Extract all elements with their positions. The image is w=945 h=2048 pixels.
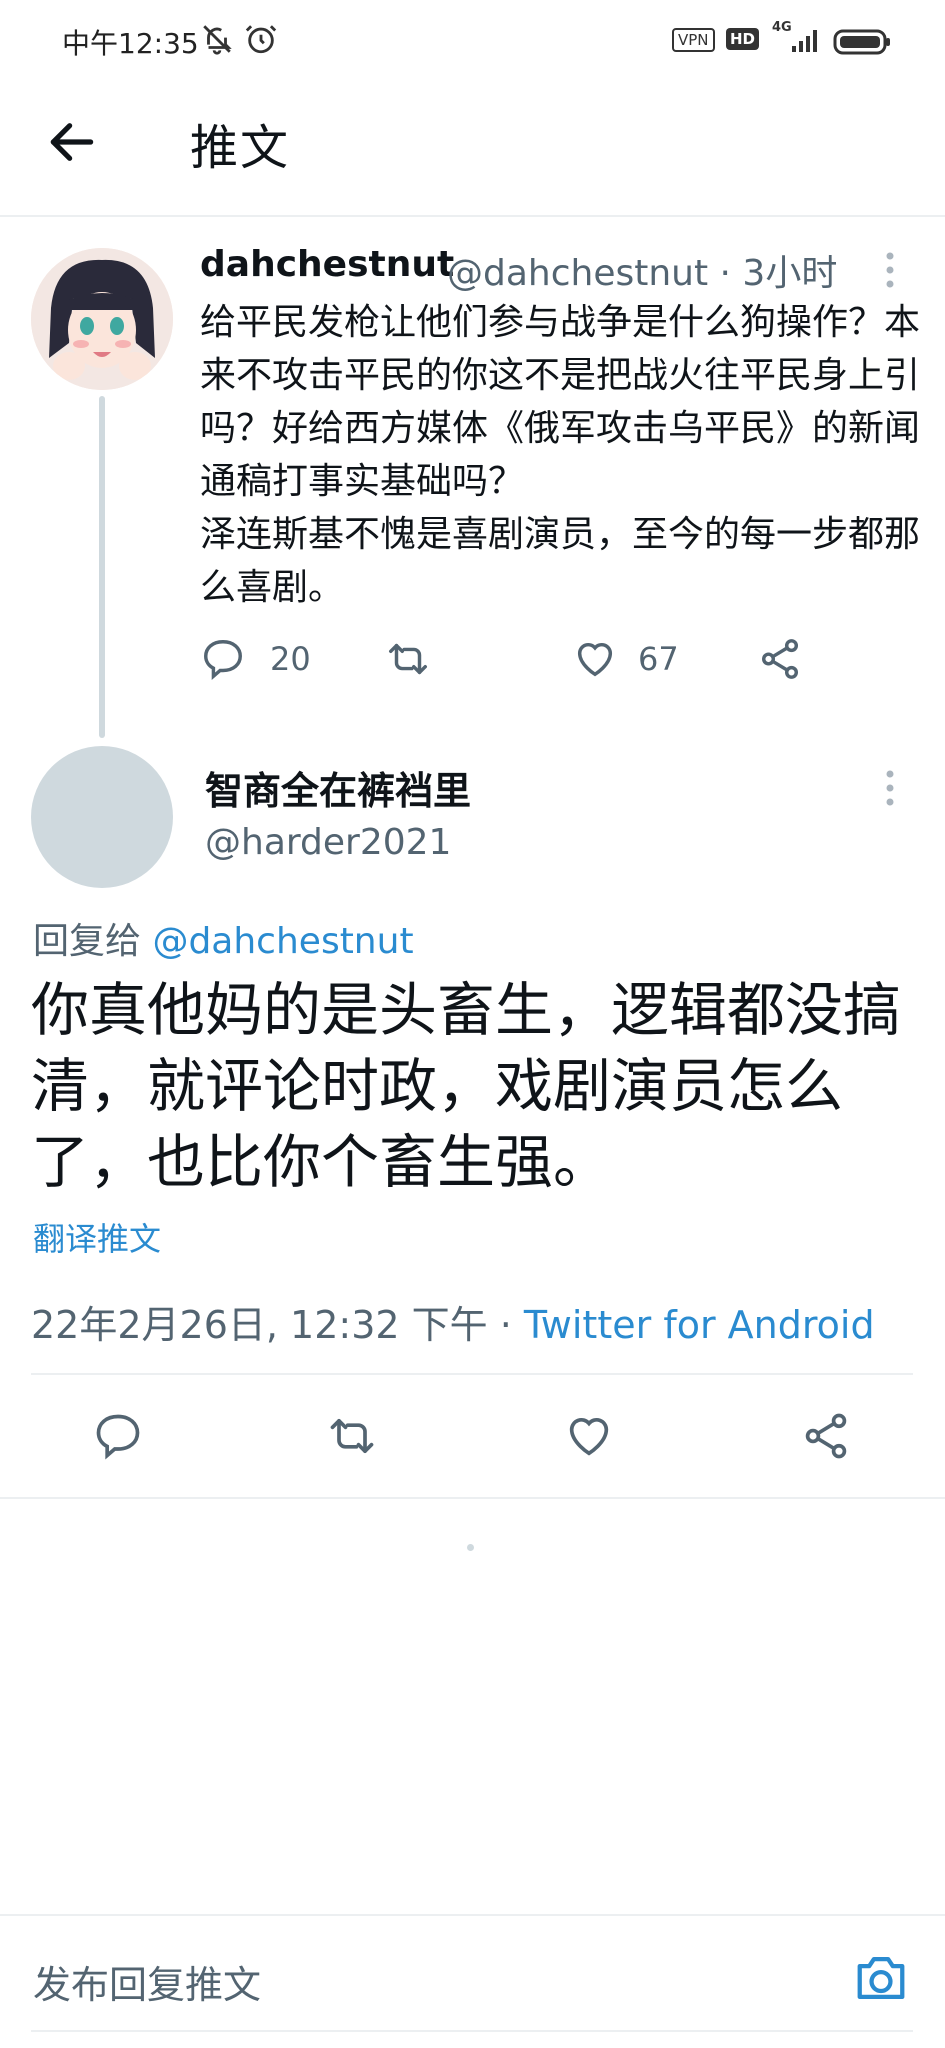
network-label: 4G [772, 20, 792, 35]
retweet-button[interactable] [324, 1410, 380, 1462]
loading-dot [467, 1544, 474, 1551]
like-button[interactable] [562, 1410, 616, 1462]
tweet-text: 给平民发枪让他们参与战争是什么狗操作？本来不攻击平民的你这不是把战火往平民身上引… [200, 302, 921, 608]
author-handle: @harder2021 [205, 822, 452, 863]
alarm-icon [244, 22, 278, 56]
avatar[interactable] [31, 248, 173, 390]
reply-count: 20 [270, 640, 311, 678]
author-handle-time: @dahchestnut · 3小时 [447, 253, 838, 294]
author-name[interactable]: dahchestnut [200, 244, 454, 285]
translate-link[interactable]: 翻译推文 [33, 1214, 161, 1260]
header-divider [0, 215, 945, 217]
page-title: 推文 [190, 120, 291, 176]
tweet-text: 你真他妈的是头畜生，逻辑都没搞清，就评论时政，戏剧演员怎么了，也比你个畜生强。 [31, 976, 902, 1196]
client-link[interactable]: Twitter for Android [524, 1303, 875, 1347]
reply-button[interactable] [200, 636, 246, 682]
divider [31, 1373, 913, 1375]
reply-input[interactable]: 发布回复推文 [33, 1954, 261, 2009]
hd-badge: HD [726, 28, 760, 50]
avatar[interactable] [31, 746, 173, 888]
signal-icon [790, 26, 824, 54]
divider [0, 1914, 945, 1916]
thread-line [99, 396, 105, 738]
divider [31, 2030, 913, 2032]
reply-button[interactable] [92, 1410, 144, 1462]
reply-prefix: 回复给 [33, 921, 153, 962]
more-vertical-icon[interactable] [880, 250, 900, 290]
more-vertical-icon[interactable] [880, 768, 900, 808]
reply-to-line: 回复给 @dahchestnut [33, 912, 414, 964]
like-count: 67 [638, 640, 679, 678]
tweet-meta: 22年2月26日, 12:32 下午 · Twitter for Android [31, 1294, 875, 1349]
status-time: 中午12:35 [62, 27, 199, 60]
retweet-button[interactable] [384, 636, 432, 682]
camera-icon[interactable] [852, 1952, 910, 2004]
share-button[interactable] [800, 1410, 852, 1462]
divider [0, 1497, 945, 1499]
bell-off-icon [200, 22, 234, 56]
battery-icon [833, 28, 891, 56]
arrow-left-icon[interactable] [44, 114, 100, 170]
vpn-badge: VPN [672, 28, 715, 52]
author-name[interactable]: 智商全在裤裆里 [205, 760, 471, 815]
reply-mention-link[interactable]: @dahchestnut [152, 921, 413, 962]
like-button[interactable] [572, 636, 618, 682]
timestamp: 22年2月26日, 12:32 下午 · [31, 1303, 524, 1347]
share-button[interactable] [757, 636, 803, 682]
